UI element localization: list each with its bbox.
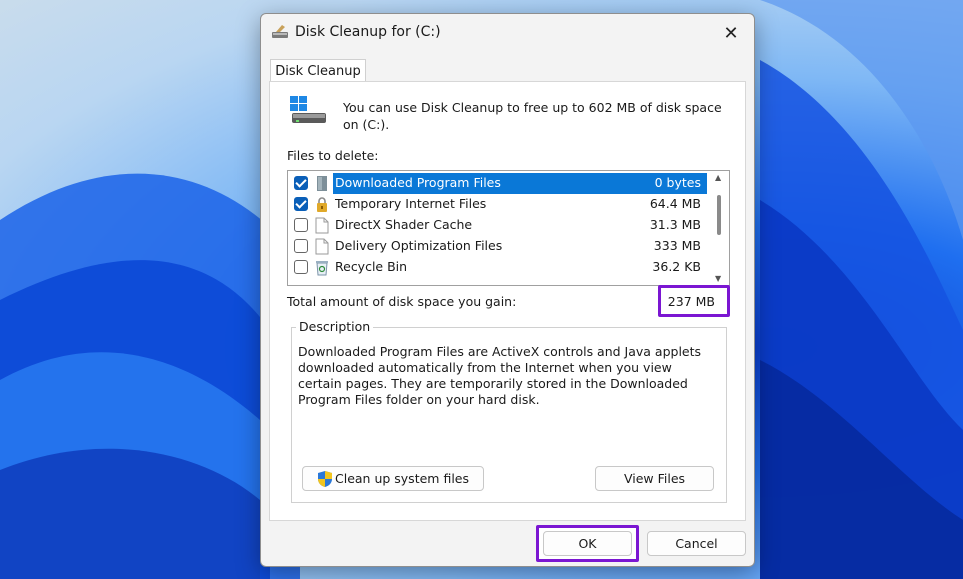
recycle-bin-icon <box>316 261 328 276</box>
clean-up-system-files-label: Clean up system files <box>335 471 469 486</box>
folder-icon <box>317 176 327 191</box>
checkbox[interactable] <box>294 197 308 211</box>
view-files-button[interactable]: View Files <box>595 466 714 491</box>
uac-shield-icon <box>318 470 332 487</box>
list-item-label-area: Recycle Bin 36.2 KB <box>333 257 707 278</box>
close-icon[interactable]: ✕ <box>718 20 744 46</box>
list-item[interactable]: Downloaded Program Files 0 bytes <box>288 173 708 194</box>
list-item-label-area: Downloaded Program Files 0 bytes <box>333 173 707 194</box>
checkbox[interactable] <box>294 176 308 190</box>
file-size: 31.3 MB <box>649 217 701 232</box>
file-name: Recycle Bin <box>335 259 408 274</box>
list-item[interactable]: Recycle Bin 36.2 KB <box>288 257 708 278</box>
files-to-delete-label: Files to delete: <box>287 148 379 163</box>
clean-up-system-files-button[interactable]: Clean up system files <box>302 466 484 491</box>
list-item-label-area: Delivery Optimization Files 333 MB <box>333 236 707 257</box>
tab-disk-cleanup[interactable]: Disk Cleanup <box>270 59 366 83</box>
list-item[interactable]: Temporary Internet Files 64.4 MB <box>288 194 708 215</box>
files-list[interactable]: Downloaded Program Files 0 bytes Tempora… <box>287 170 730 286</box>
drive-icon <box>290 96 326 123</box>
scroll-down-icon[interactable]: ▼ <box>715 274 721 283</box>
scroll-thumb[interactable] <box>717 195 721 235</box>
file-size: 0 bytes <box>654 175 701 190</box>
file-icon <box>315 217 329 234</box>
intro-text: You can use Disk Cleanup to free up to 6… <box>343 100 722 132</box>
total-space-value: 237 MB <box>658 285 730 317</box>
list-item-label-area: Temporary Internet Files 64.4 MB <box>333 194 707 215</box>
description-group: Description Downloaded Program Files are… <box>291 319 727 503</box>
file-size: 36.2 KB <box>652 259 701 274</box>
checkbox[interactable] <box>294 260 308 274</box>
disk-cleanup-icon <box>272 25 288 38</box>
checkbox[interactable] <box>294 218 308 232</box>
checkbox[interactable] <box>294 239 308 253</box>
file-size: 333 MB <box>653 238 701 253</box>
description-text: Downloaded Program Files are ActiveX con… <box>298 344 702 407</box>
list-scrollbar[interactable]: ▲ ▼ <box>709 171 729 285</box>
file-name: Downloaded Program Files <box>335 175 501 190</box>
ok-button-highlight: OK <box>536 525 639 562</box>
file-name: Temporary Internet Files <box>335 196 487 211</box>
file-size: 64.4 MB <box>649 196 701 211</box>
file-icon <box>315 238 329 255</box>
disk-cleanup-dialog: Disk Cleanup for (C:) ✕ Disk Cleanup You… <box>260 13 755 567</box>
scroll-up-icon[interactable]: ▲ <box>715 173 721 182</box>
description-legend: Description <box>296 319 374 334</box>
list-item[interactable]: Delivery Optimization Files 333 MB <box>288 236 708 257</box>
window-title: Disk Cleanup for (C:) <box>295 24 441 40</box>
total-space-label: Total amount of disk space you gain: <box>287 294 517 309</box>
title-bar[interactable]: Disk Cleanup for (C:) ✕ <box>261 14 754 52</box>
ok-button[interactable]: OK <box>543 531 632 556</box>
tab-panel: You can use Disk Cleanup to free up to 6… <box>269 81 746 521</box>
list-item[interactable]: DirectX Shader Cache 31.3 MB <box>288 215 708 236</box>
file-name: Delivery Optimization Files <box>335 238 503 253</box>
cancel-button[interactable]: Cancel <box>647 531 746 556</box>
lock-icon <box>317 197 327 212</box>
list-item-label-area: DirectX Shader Cache 31.3 MB <box>333 215 707 236</box>
file-name: DirectX Shader Cache <box>335 217 473 232</box>
